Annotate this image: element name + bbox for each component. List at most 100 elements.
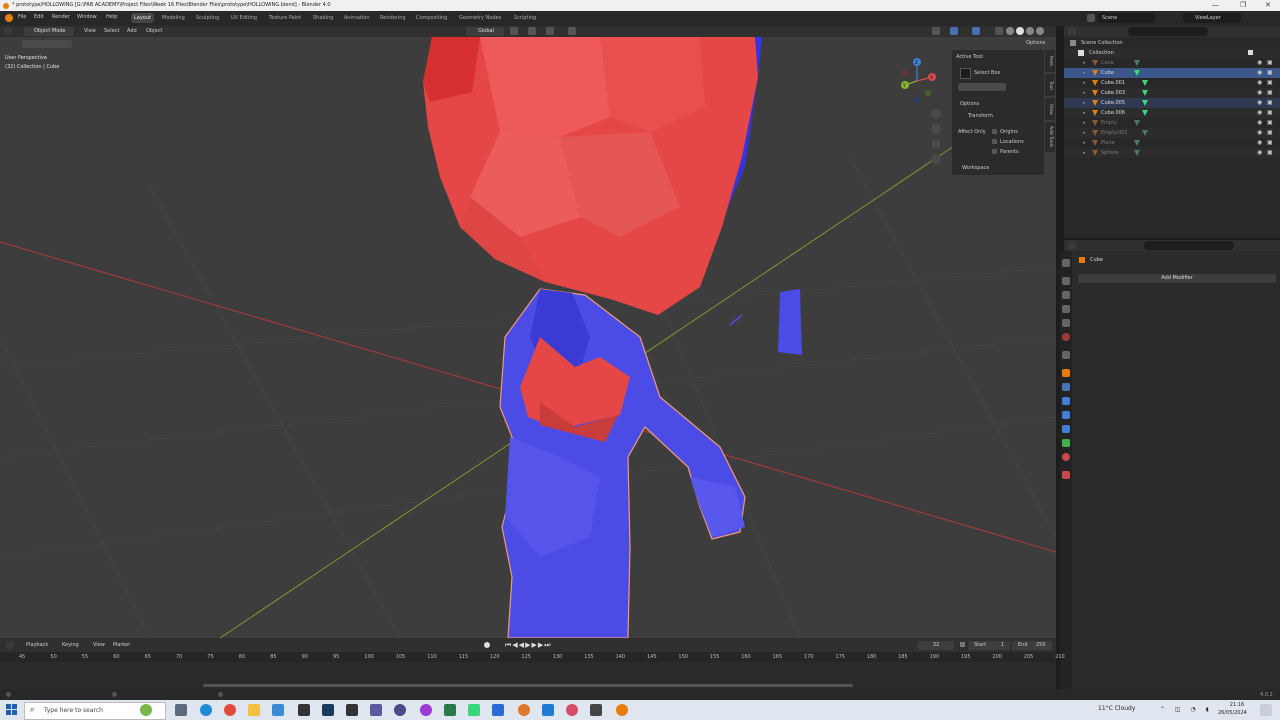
- snap-icon[interactable]: [528, 27, 536, 35]
- eye-visibility-icon[interactable]: ◉: [1257, 88, 1262, 98]
- blender-taskbar-icon[interactable]: [616, 704, 628, 716]
- select-box-icon[interactable]: [960, 68, 971, 79]
- tab-scripting[interactable]: Scripting: [511, 13, 539, 23]
- camera-render-icon[interactable]: ▣: [1267, 88, 1273, 98]
- options-button[interactable]: Options: [1022, 39, 1050, 48]
- expand-arrow-icon[interactable]: ▸: [1083, 68, 1086, 78]
- properties-editor-icon[interactable]: [1068, 241, 1076, 249]
- parents-checkbox[interactable]: [992, 149, 997, 154]
- tab-rendering[interactable]: Rendering: [377, 13, 409, 23]
- camera-view-icon[interactable]: [931, 139, 941, 149]
- record-icon[interactable]: [484, 642, 490, 648]
- origins-checkbox[interactable]: [992, 129, 997, 134]
- material-tab-icon[interactable]: [1062, 453, 1070, 461]
- editor-type-icon[interactable]: [4, 27, 12, 35]
- expand-arrow-icon[interactable]: ▸: [1083, 88, 1086, 98]
- frame-ruler[interactable]: 45 50 55 60 65 70 75 80 85 90 95 100 105 110 115 120 125…: [0, 652, 1065, 662]
- store-icon[interactable]: [298, 704, 310, 716]
- expand-arrow-icon[interactable]: ▸: [1083, 128, 1086, 138]
- viewport-menu-object[interactable]: Object: [146, 28, 162, 34]
- collection-row[interactable]: Collection: [1064, 48, 1280, 58]
- collection-tab-icon[interactable]: [1062, 351, 1070, 359]
- gizmo-toggle-icon[interactable]: [950, 27, 958, 35]
- timeline-menu-playback[interactable]: Playback: [26, 642, 48, 648]
- menu-help[interactable]: Help: [106, 14, 117, 20]
- physics-tab-icon[interactable]: [1062, 411, 1070, 419]
- file-explorer-icon[interactable]: [248, 704, 260, 716]
- app-icon-1[interactable]: [346, 704, 358, 716]
- app-icon-6[interactable]: [468, 704, 480, 716]
- app-icon-3[interactable]: [394, 704, 406, 716]
- outliner-object-row[interactable]: ▸ Cube.003 ◉ ▣: [1064, 88, 1280, 98]
- expand-arrow-icon[interactable]: ▸: [1083, 148, 1086, 158]
- outliner-object-row[interactable]: ▸ Cone ◉ ▣: [1064, 58, 1280, 68]
- vscode-icon[interactable]: [542, 704, 554, 716]
- viewport-menu-view[interactable]: View: [84, 28, 96, 34]
- tab-uv-editing[interactable]: UV Editing: [228, 13, 260, 23]
- 3d-viewport[interactable]: X Y Z User Perspective (32) Collection |…: [0, 37, 1056, 638]
- chrome-browser-icon[interactable]: [224, 704, 236, 716]
- render-tab-icon[interactable]: [1062, 277, 1070, 285]
- outliner-object-row[interactable]: ▸ Cube.005 ◉ ▣: [1064, 98, 1280, 108]
- active-tool-header[interactable]: Active Tool: [956, 54, 983, 60]
- tab-sculpting[interactable]: Sculpting: [193, 13, 222, 23]
- transform-orientation-dropdown[interactable]: Global: [466, 27, 504, 36]
- world-tab-icon[interactable]: [1062, 333, 1070, 341]
- eye-visibility-icon[interactable]: ◉: [1257, 58, 1262, 68]
- object-tab-icon[interactable]: [1062, 369, 1070, 377]
- filter-icon[interactable]: [1252, 27, 1260, 35]
- menu-file[interactable]: File: [18, 14, 26, 20]
- tab-layout[interactable]: Layout: [131, 13, 154, 23]
- eye-visibility-icon[interactable]: ◉: [1257, 98, 1262, 108]
- eye-visibility-icon[interactable]: ◉: [1257, 128, 1262, 138]
- eye-visibility-icon[interactable]: ◉: [1257, 148, 1262, 158]
- app-icon-7[interactable]: [492, 704, 504, 716]
- expand-arrow-icon[interactable]: ▸: [1083, 58, 1086, 68]
- scene-collection-row[interactable]: Scene Collection: [1064, 38, 1280, 48]
- scene-icon[interactable]: [1087, 14, 1095, 22]
- tool-cursor-icon[interactable]: [5, 40, 13, 48]
- camera-render-icon[interactable]: ▣: [1267, 98, 1273, 108]
- minimize-button[interactable]: —: [1212, 0, 1219, 11]
- wireframe-shading-icon[interactable]: [1006, 27, 1014, 35]
- search-highlight-icon[interactable]: [140, 704, 152, 716]
- modifier-tab-icon[interactable]: [1062, 383, 1070, 391]
- tab-texture-paint[interactable]: Texture Paint: [266, 13, 304, 23]
- timeline-editor-icon[interactable]: [6, 641, 14, 649]
- texture-tab-icon[interactable]: [1062, 471, 1070, 479]
- tab-shading[interactable]: Shading: [310, 13, 336, 23]
- sidebar-tab-view[interactable]: View: [1045, 98, 1055, 120]
- sidebar-tab-item[interactable]: Item: [1045, 50, 1055, 72]
- output-tab-icon[interactable]: [1062, 291, 1070, 299]
- material-shading-icon[interactable]: [1026, 27, 1034, 35]
- timeline-scrollbar[interactable]: [203, 684, 853, 687]
- taskbar-date[interactable]: 26/05/2024: [1218, 710, 1247, 716]
- solid-shading-icon[interactable]: [1016, 27, 1024, 35]
- windows-start-icon[interactable]: [6, 704, 17, 715]
- task-view-icon[interactable]: [175, 704, 187, 716]
- navigation-gizmo[interactable]: X Y Z: [901, 58, 936, 103]
- timeline-menu-view[interactable]: View: [93, 642, 105, 648]
- outliner-object-row[interactable]: ▸ Cube.006 ◉ ▣: [1064, 108, 1280, 118]
- viewport-menu-add[interactable]: Add: [127, 28, 137, 34]
- tab-modeling[interactable]: Modeling: [159, 13, 188, 23]
- outliner-object-row[interactable]: ▸ Cube.001 ◉ ▣: [1064, 78, 1280, 88]
- selection-mode-buttons[interactable]: [958, 83, 1006, 91]
- outliner-object-row[interactable]: ▸ Empty.001 ◉ ▣: [1064, 128, 1280, 138]
- viewport-menu-select[interactable]: Select: [104, 28, 119, 34]
- camera-render-icon[interactable]: ▣: [1267, 128, 1273, 138]
- current-frame-field[interactable]: 32: [918, 641, 954, 650]
- app-icon-2[interactable]: [370, 704, 382, 716]
- snap-target-icon[interactable]: [546, 27, 554, 35]
- taskbar-time[interactable]: 21:16: [1222, 702, 1252, 708]
- weather-status[interactable]: 11°C Cloudy: [1098, 705, 1135, 712]
- app-icon-4[interactable]: [420, 704, 432, 716]
- expand-arrow-icon[interactable]: ▸: [1083, 98, 1086, 108]
- view-layer-tab-icon[interactable]: [1062, 305, 1070, 313]
- blender-menu-icon[interactable]: [5, 14, 13, 22]
- xray-icon[interactable]: [995, 27, 1003, 35]
- mail-icon[interactable]: [272, 704, 284, 716]
- camera-render-icon[interactable]: ▣: [1267, 78, 1273, 88]
- app-icon-9[interactable]: [566, 704, 578, 716]
- edge-browser-icon[interactable]: [200, 704, 212, 716]
